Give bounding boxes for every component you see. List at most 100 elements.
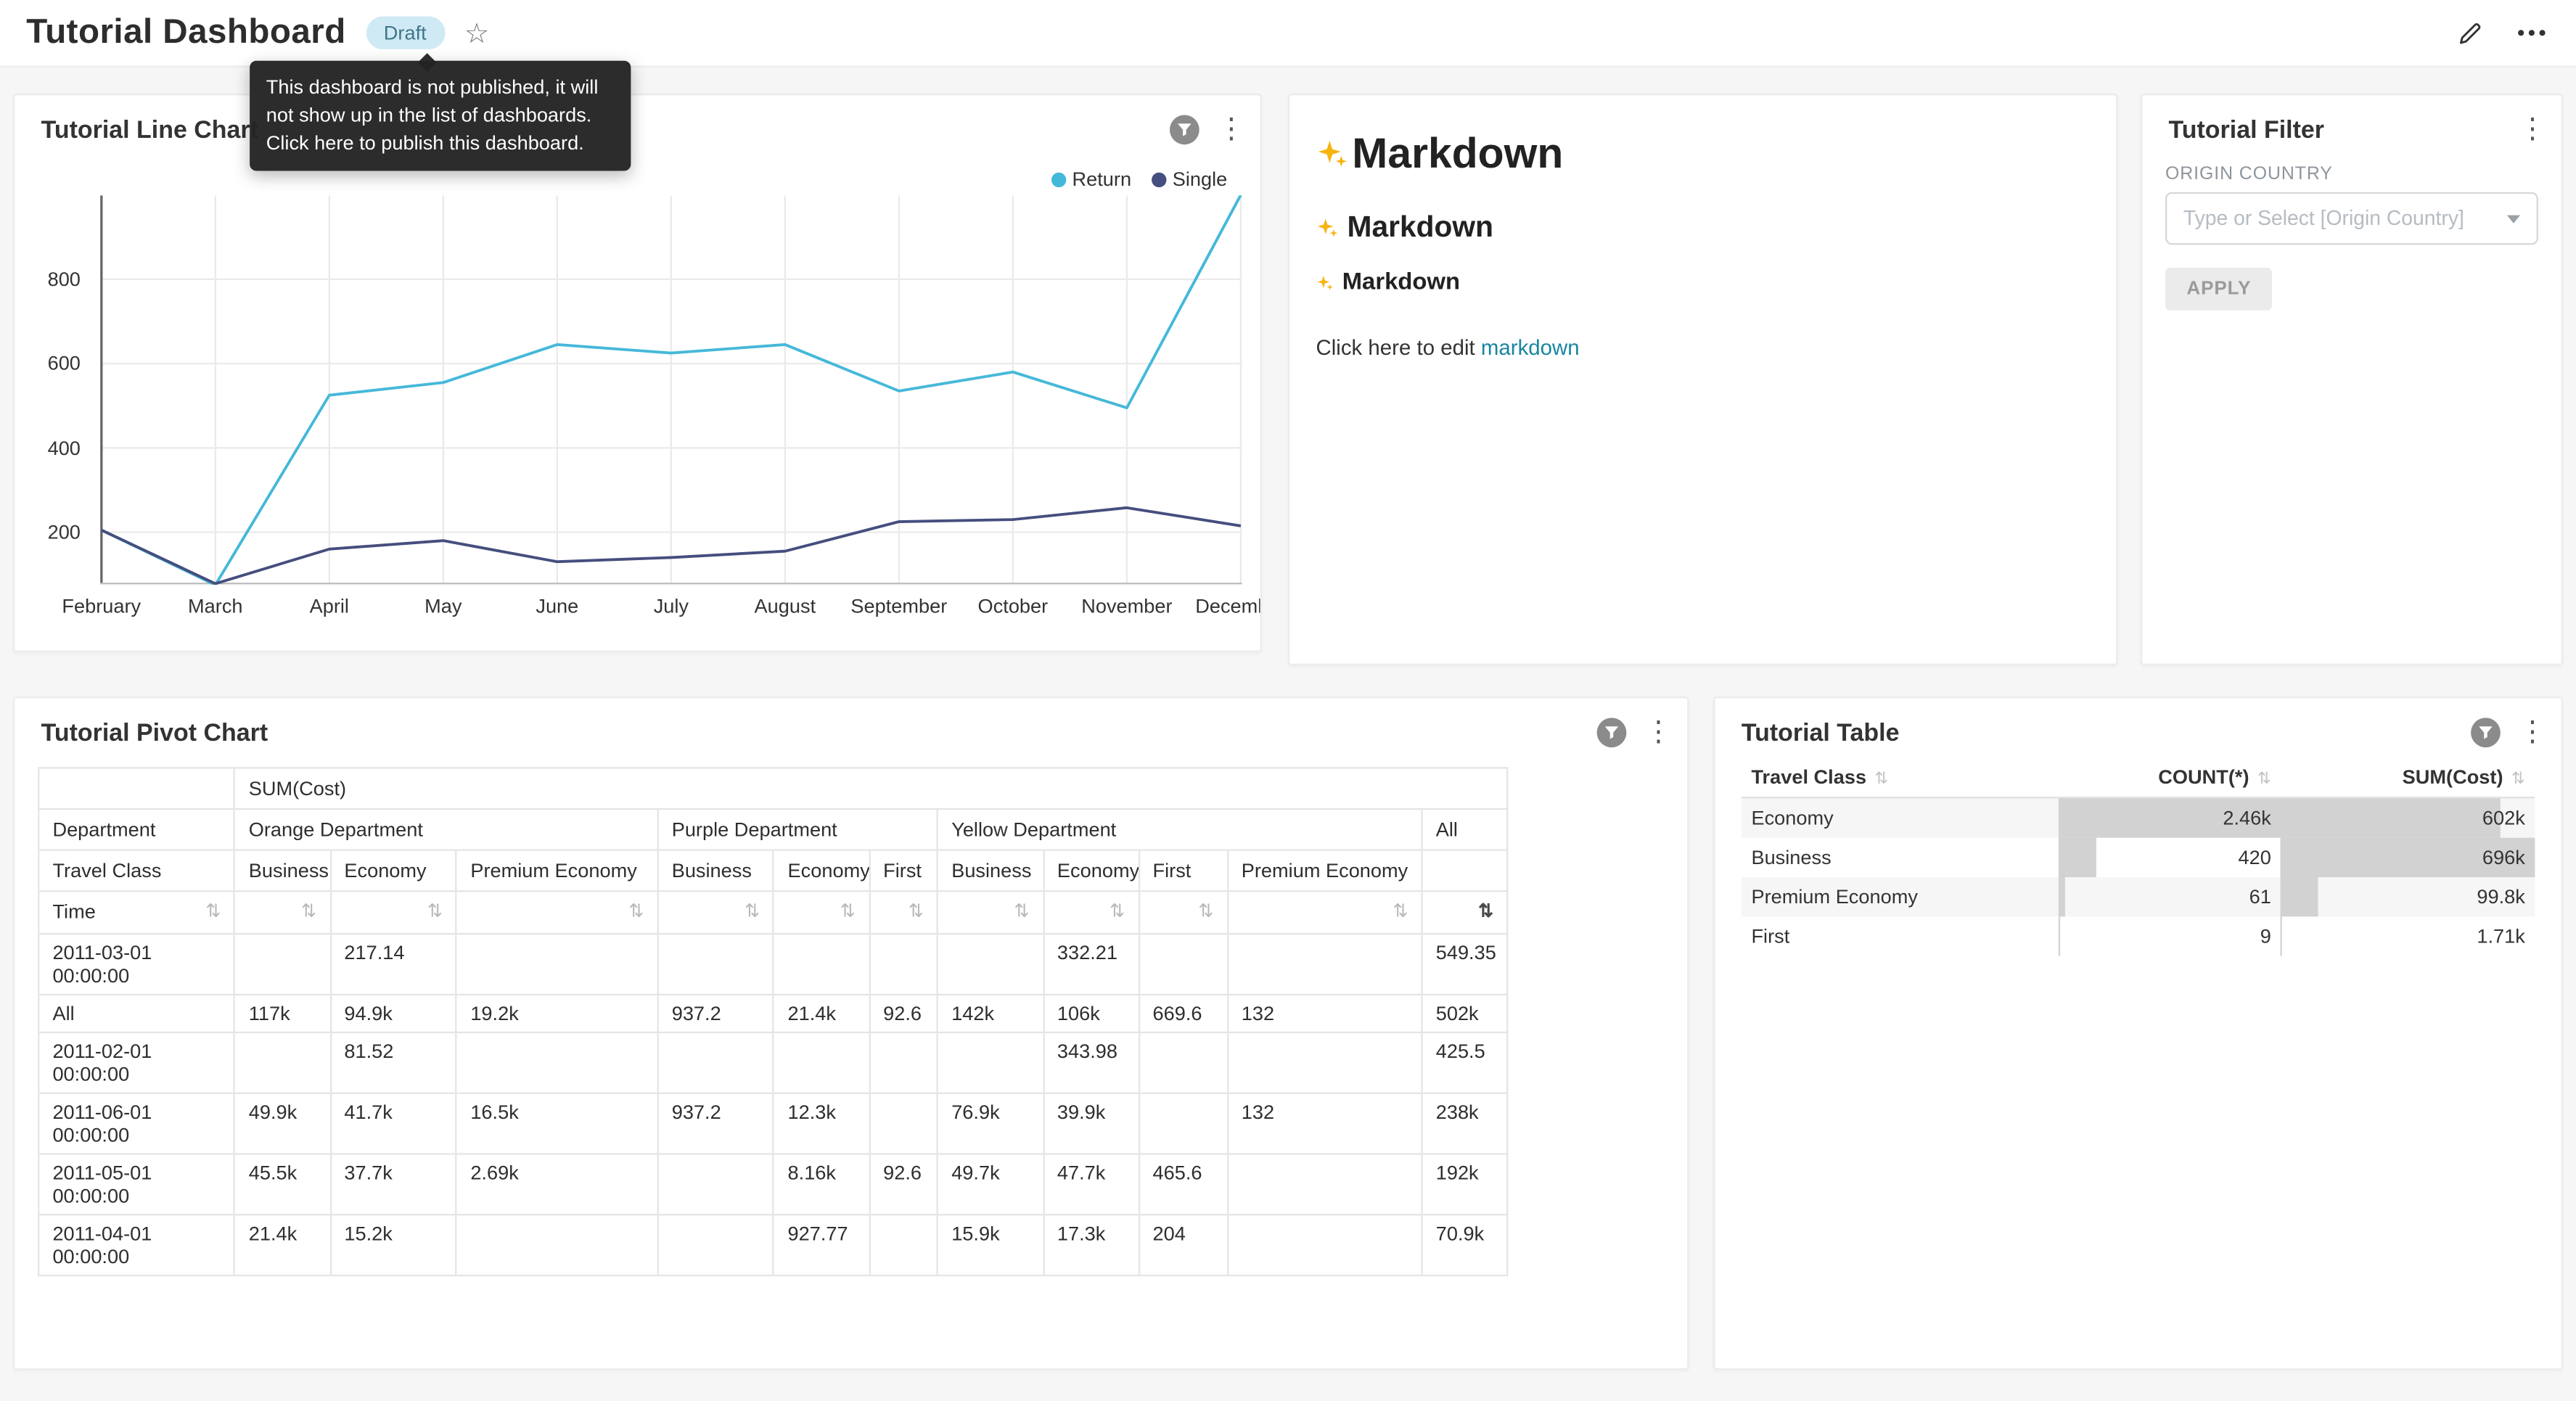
dashboard-header: Tutorial Dashboard Draft ☆ This dashboar…	[0, 0, 2576, 67]
card-header: Tutorial Pivot Chart ⋮	[15, 698, 1687, 747]
heading-text: Markdown	[1352, 128, 1563, 178]
sort-icon[interactable]: ⇅	[427, 900, 443, 925]
legend-item-return[interactable]: Return	[1051, 168, 1131, 191]
pivot-subcol-label: Business	[235, 850, 331, 892]
pivot-value-cell: 549.35	[1422, 934, 1507, 995]
sort-icon[interactable]: ⇅	[2257, 771, 2271, 789]
pivot-subcol-label: Premium Economy	[1228, 850, 1422, 892]
sort-icon[interactable]: ⇅	[1392, 900, 1408, 925]
column-header-sum-cost-[interactable]: SUM(Cost)⇅	[2281, 757, 2535, 797]
column-header-label: Travel Class	[1751, 765, 1866, 789]
pivot-value-cell	[1228, 934, 1422, 995]
pivot-value-cell: 343.98	[1043, 1032, 1139, 1093]
sort-icon[interactable]: ⇅	[908, 900, 924, 925]
chart-legend: Return Single	[1051, 168, 1227, 191]
cell-value: 2.46k	[2223, 807, 2271, 830]
pivot-row-label: 2011-04-01 00:00:00	[38, 1215, 234, 1275]
sort-icon[interactable]: ⇅	[745, 900, 760, 925]
card-header-icons: ⋮	[2519, 115, 2538, 144]
pivot-value-cell	[1228, 1032, 1422, 1093]
pivot-value-cell	[774, 934, 869, 995]
table-header-row: Travel Class⇅COUNT(*)⇅SUM(Cost)⇅	[1742, 757, 2535, 797]
pivot-sort-cell: ⇅	[1422, 891, 1507, 934]
count-cell: 9	[2059, 916, 2281, 956]
pivot-value-cell: 15.2k	[330, 1215, 456, 1275]
filter-indicator-icon[interactable]	[1170, 115, 1199, 144]
sort-icon[interactable]: ⇅	[1109, 900, 1125, 925]
sort-icon[interactable]: ⇅	[1014, 900, 1030, 925]
pivot-sort-cell: ⇅	[235, 891, 331, 934]
pivot-sort-cell: ⇅	[1139, 891, 1227, 934]
pivot-value-cell: 45.5k	[235, 1154, 331, 1215]
pivot-value-cell	[1139, 934, 1227, 995]
value-bar	[2059, 916, 2060, 956]
chevron-down-icon	[2507, 215, 2520, 223]
column-header-travel-class[interactable]: Travel Class ⇅	[1742, 757, 2059, 797]
dashboard-page: Tutorial Dashboard Draft ☆ This dashboar…	[0, 0, 2576, 1401]
column-header-count-[interactable]: COUNT(*)⇅	[2059, 757, 2281, 797]
table-card: Tutorial Table ⋮ Travel Class⇅COUNT(*)⇅S…	[1713, 697, 2563, 1370]
sort-icon[interactable]: ⇅	[1874, 771, 1888, 789]
page-title: Tutorial Dashboard	[26, 13, 345, 52]
pivot-value-cell	[235, 934, 331, 995]
pivot-group-label: Purple Department	[657, 809, 937, 850]
more-menu-icon[interactable]	[2516, 28, 2546, 38]
sum-cell: 696k	[2281, 838, 2535, 877]
pivot-subcol-label: First	[1139, 850, 1227, 892]
pivot-group-label: Orange Department	[235, 809, 658, 850]
kebab-menu-icon[interactable]: ⋮	[2519, 718, 2538, 747]
pivot-row-label: 2011-06-01 00:00:00	[38, 1093, 234, 1154]
edit-markdown-link[interactable]: markdown	[1481, 335, 1580, 360]
pivot-value-cell: 37.7k	[330, 1154, 456, 1215]
sort-icon[interactable]: ⇅	[840, 900, 856, 925]
sort-icon[interactable]: ⇅	[301, 900, 316, 925]
pivot-dim-label-travel-class: Travel Class	[38, 850, 234, 892]
data-table-wrap: Travel Class⇅COUNT(*)⇅SUM(Cost)⇅ Economy…	[1742, 757, 2535, 956]
tooltip-text: This dashboard is not published, it will…	[266, 75, 599, 155]
draft-tooltip[interactable]: This dashboard is not published, it will…	[250, 61, 631, 171]
filter-section-label: ORIGIN COUNTRY	[2165, 164, 2538, 184]
kebab-menu-icon[interactable]: ⋮	[1644, 718, 1664, 747]
legend-item-single[interactable]: Single	[1151, 168, 1227, 191]
filter-indicator-icon[interactable]	[1597, 718, 1627, 747]
pivot-value-cell: 937.2	[657, 1093, 774, 1154]
cell-value: 1.71k	[2477, 925, 2524, 948]
sort-descending-icon[interactable]: ⇅	[1478, 900, 1493, 925]
pivot-value-cell	[774, 1032, 869, 1093]
pivot-value-cell: 17.3k	[1043, 1215, 1139, 1275]
pivot-value-cell	[938, 1032, 1043, 1093]
pivot-value-cell: 132	[1228, 1093, 1422, 1154]
pivot-row-label: 2011-05-01 00:00:00	[38, 1154, 234, 1215]
status-badge[interactable]: Draft	[366, 17, 445, 49]
sort-icon[interactable]: ⇅	[205, 900, 221, 925]
select-placeholder: Type or Select [Origin Country]	[2183, 207, 2464, 230]
markdown-card[interactable]: Markdown Markdown Markdown Click here to…	[1288, 94, 2117, 665]
pivot-value-cell: 192k	[1422, 1154, 1507, 1215]
value-bar	[2281, 798, 2501, 837]
apply-button[interactable]: APPLY	[2165, 268, 2273, 311]
sort-icon[interactable]: ⇅	[2511, 771, 2525, 789]
pivot-subcol-label	[1422, 850, 1507, 892]
filter-body: ORIGIN COUNTRY Type or Select [Origin Co…	[2142, 164, 2561, 310]
pivot-value-cell	[869, 934, 938, 995]
y-tick-label: 400	[48, 436, 81, 459]
origin-country-select[interactable]: Type or Select [Origin Country]	[2165, 192, 2538, 245]
pivot-value-cell: 502k	[1422, 995, 1507, 1032]
kebab-menu-icon[interactable]: ⋮	[1218, 115, 1237, 144]
pivot-value-cell	[1228, 1215, 1422, 1275]
kebab-menu-icon[interactable]: ⋮	[2519, 115, 2538, 144]
pivot-chart-card: Tutorial Pivot Chart ⋮ SUM(Cost)Departme…	[13, 697, 1689, 1370]
favorite-star-icon[interactable]: ☆	[464, 19, 490, 46]
pivot-row: 2011-05-01 00:00:0045.5k37.7k2.69k8.16k9…	[38, 1154, 1507, 1215]
pivot-value-cell	[235, 1032, 331, 1093]
edit-pencil-icon[interactable]	[2456, 19, 2484, 46]
pivot-value-cell: 238k	[1422, 1093, 1507, 1154]
pivot-sort-cell: ⇅	[938, 891, 1043, 934]
table-row: Business420696k	[1742, 838, 2535, 877]
filter-indicator-icon[interactable]	[2471, 718, 2501, 747]
x-tick-label: August	[755, 595, 816, 618]
sort-icon[interactable]: ⇅	[628, 900, 644, 925]
sort-icon[interactable]: ⇅	[1198, 900, 1213, 925]
pivot-subcol-label: Premium Economy	[456, 850, 657, 892]
count-cell: 420	[2059, 838, 2281, 877]
